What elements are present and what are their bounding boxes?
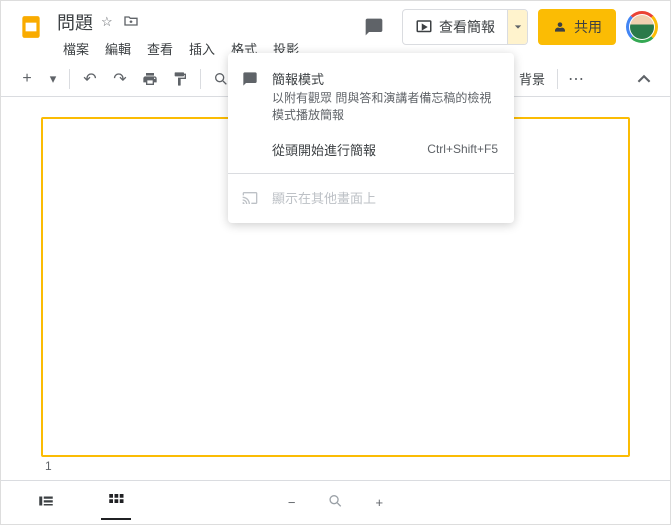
star-icon[interactable]: ☆ [99, 12, 115, 32]
separator [557, 69, 558, 89]
present-dropdown-menu: 簡報模式 以附有觀眾 問與答和演講者備忘稿的檢視模式播放簡報 從頭開始進行簡報 … [228, 53, 514, 223]
separator [200, 69, 201, 89]
presenter-mode-title: 簡報模式 [272, 69, 498, 88]
more-button[interactable]: ⋯ [562, 65, 590, 93]
new-slide-button[interactable]: + [13, 65, 41, 93]
presenter-icon [242, 71, 258, 90]
shortcut-label: Ctrl+Shift+F5 [427, 142, 498, 156]
paint-format-button[interactable] [166, 65, 194, 93]
share-button[interactable]: 共用 [538, 9, 616, 45]
cast-icon [242, 190, 258, 209]
slides-logo[interactable] [13, 9, 49, 45]
separator [228, 173, 514, 174]
present-button[interactable]: 查看簡報 [403, 10, 507, 44]
present-dropdown-button[interactable] [507, 10, 527, 44]
move-folder-icon[interactable] [121, 11, 141, 34]
document-title[interactable]: 問題 [57, 9, 93, 35]
present-from-start-label: 從頭開始進行簡報 [272, 140, 376, 159]
menu-edit[interactable]: 編輯 [99, 37, 137, 60]
presenter-mode-desc: 以附有觀眾 問與答和演講者備忘稿的檢視模式播放簡報 [272, 90, 498, 124]
zoom-out-button[interactable]: − [282, 489, 302, 516]
undo-button[interactable]: ↶ [76, 65, 104, 93]
collapse-panel-button[interactable] [630, 65, 658, 93]
zoom-in-button[interactable]: + [370, 489, 390, 516]
redo-button[interactable]: ↷ [106, 65, 134, 93]
share-label: 共用 [574, 17, 602, 37]
present-other-screen-item: 顯示在其他畫面上 [228, 180, 514, 215]
background-button[interactable]: 背景 [511, 65, 553, 93]
filmstrip-view-button[interactable] [31, 486, 61, 519]
presenter-mode-item[interactable]: 簡報模式 以附有觀眾 問與答和演講者備忘稿的檢視模式播放簡報 [228, 61, 514, 132]
bottom-bar: − + [1, 480, 670, 524]
zoom-fit-button[interactable] [322, 487, 350, 518]
slide-number: 1 [45, 459, 52, 473]
present-from-start-item[interactable]: 從頭開始進行簡報 Ctrl+Shift+F5 [228, 132, 514, 167]
present-other-screen-label: 顯示在其他畫面上 [272, 188, 376, 207]
menu-file[interactable]: 檔案 [57, 37, 95, 60]
separator [69, 69, 70, 89]
menu-insert[interactable]: 插入 [183, 37, 221, 60]
account-avatar[interactable] [626, 11, 658, 43]
menu-view[interactable]: 查看 [141, 37, 179, 60]
new-slide-dropdown[interactable]: ▾ [43, 65, 63, 93]
grid-view-button[interactable] [101, 485, 131, 520]
comments-button[interactable] [356, 9, 392, 45]
present-label: 查看簡報 [439, 17, 495, 37]
print-button[interactable] [136, 65, 164, 93]
